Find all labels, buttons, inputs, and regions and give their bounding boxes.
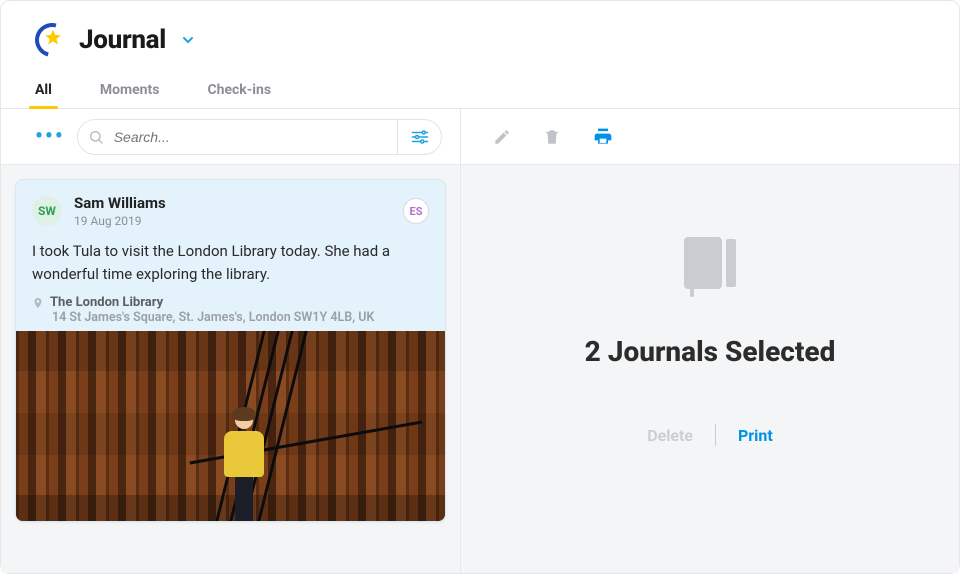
page-title: Journal (79, 25, 166, 55)
selection-actions: Delete Print (647, 424, 773, 446)
shared-with-badge: ES (403, 198, 429, 224)
journal-card[interactable]: SW Sam Williams 19 Aug 2019 ES I took Tu… (15, 179, 446, 522)
more-menu-button[interactable]: ••• (35, 126, 65, 148)
header: Journal (1, 1, 959, 71)
search-icon (78, 129, 114, 145)
author-block: Sam Williams 19 Aug 2019 (74, 194, 166, 228)
action-divider (715, 424, 716, 446)
toolbar: ••• (1, 109, 959, 165)
search-field-wrap (77, 119, 442, 155)
tab-all[interactable]: All (35, 72, 52, 108)
location-block: The London Library 14 St James's Square,… (16, 295, 445, 331)
print-action[interactable]: Print (738, 426, 773, 445)
tabs-bar: All Moments Check-ins (1, 71, 959, 109)
entries-panel: SW Sam Williams 19 Aug 2019 ES I took Tu… (1, 165, 461, 573)
app-window: Journal All Moments Check-ins ••• (0, 0, 960, 574)
edit-icon[interactable] (493, 128, 511, 146)
card-header: SW Sam Williams 19 Aug 2019 ES (16, 180, 445, 234)
selection-title: 2 Journals Selected (585, 335, 836, 368)
title-dropdown-chevron-icon[interactable] (180, 32, 196, 48)
tab-checkins[interactable]: Check-ins (207, 72, 271, 108)
delete-action[interactable]: Delete (647, 426, 693, 445)
location-name: The London Library (50, 295, 163, 310)
search-input[interactable] (114, 129, 397, 145)
trash-icon[interactable] (543, 128, 561, 146)
toolbar-right (461, 109, 959, 164)
tab-moments[interactable]: Moments (100, 72, 160, 108)
author-avatar: SW (32, 196, 62, 226)
entry-image-library (16, 331, 445, 521)
toolbar-left: ••• (1, 109, 461, 164)
detail-panel: 2 Journals Selected Delete Print (461, 165, 959, 573)
author-name: Sam Williams (74, 194, 166, 212)
print-icon[interactable] (593, 127, 613, 147)
location-pin-icon (32, 296, 44, 310)
journals-placeholder-icon (678, 235, 742, 301)
location-address: 14 St James's Square, St. James's, Londo… (52, 310, 429, 325)
entry-date: 19 Aug 2019 (74, 214, 166, 228)
entry-body-text: I took Tula to visit the London Library … (16, 234, 445, 295)
filter-button[interactable] (397, 120, 441, 154)
body: SW Sam Williams 19 Aug 2019 ES I took Tu… (1, 165, 959, 573)
app-logo-icon (35, 23, 69, 57)
